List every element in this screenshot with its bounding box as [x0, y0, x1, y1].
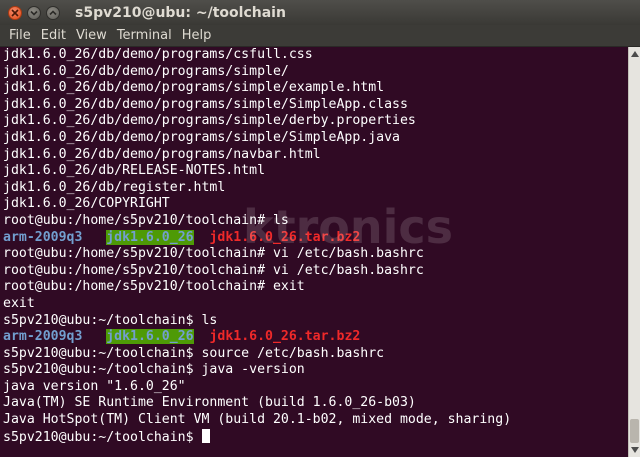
terminal-output[interactable]: jdk1.6.0_26/db/demo/programs/csfull.css … — [0, 47, 628, 457]
terminal-line: jdk1.6.0_26/db/demo/programs/csfull.css — [3, 47, 313, 62]
terminal-line: Java(TM) SE Runtime Environment (build 1… — [3, 395, 416, 411]
terminal-line: jdk1.6.0_26/db/demo/programs/simple/ — [3, 63, 289, 79]
menu-view[interactable]: View — [71, 28, 112, 43]
menu-file[interactable]: File — [4, 28, 36, 43]
menu-terminal[interactable]: Terminal — [112, 28, 177, 43]
ls-entry-archive: jdk1.6.0_26.tar.bz2 — [209, 329, 361, 345]
ls-entry-dir: arm-2009q3 — [3, 229, 83, 245]
minimize-icon — [30, 10, 38, 16]
arrow-up-icon — [631, 51, 639, 57]
terminal-line: s5pv210@ubu:~/toolchain$ ls — [3, 312, 218, 328]
terminal-line: jdk1.6.0_26/db/demo/programs/simple/Simp… — [3, 96, 408, 112]
terminal-line: jdk1.6.0_26/db/demo/programs/simple/Simp… — [3, 129, 400, 145]
terminal-line: root@ubu:/home/s5pv210/toolchain# ls — [3, 212, 289, 228]
menu-edit[interactable]: Edit — [36, 28, 71, 43]
minimize-button[interactable] — [27, 5, 41, 20]
ls-output-line: arm-2009q3 jdk1.6.0_26 jdk1.6.0_26.tar.b… — [3, 229, 628, 247]
ls-entry-dir-highlighted: jdk1.6.0_26 — [106, 329, 194, 345]
terminal-line: jdk1.6.0_26/db/RELEASE-NOTES.html — [3, 163, 266, 179]
terminal-line: root@ubu:/home/s5pv210/toolchain# exit — [3, 279, 305, 295]
terminal-line: jdk1.6.0_26/db/demo/programs/navbar.html — [3, 146, 321, 162]
terminal-line: exit — [3, 295, 35, 311]
text-cursor — [201, 428, 210, 443]
terminal-line: Java HotSpot(TM) Client VM (build 20.1-b… — [3, 412, 512, 428]
title-bar[interactable]: s5pv210@ubu: ~/toolchain — [0, 0, 640, 25]
scroll-down-button[interactable] — [630, 445, 640, 455]
terminal-line: root@ubu:/home/s5pv210/toolchain# vi /et… — [3, 262, 424, 278]
ls-entry-dir-highlighted: jdk1.6.0_26 — [106, 229, 194, 245]
window-title: s5pv210@ubu: ~/toolchain — [75, 4, 286, 21]
shell-prompt: s5pv210@ubu:~/toolchain$ — [3, 429, 202, 445]
terminal-line: s5pv210@ubu:~/toolchain$ source /etc/bas… — [3, 345, 385, 361]
prompt-line[interactable]: s5pv210@ubu:~/toolchain$ — [3, 428, 628, 446]
terminal-line: jdk1.6.0_26/COPYRIGHT — [3, 196, 170, 212]
maximize-icon — [49, 9, 57, 15]
terminal-line: jdk1.6.0_26/db/demo/programs/simple/derb… — [3, 113, 416, 129]
menu-bar: File Edit View Terminal Help — [0, 25, 640, 47]
scroll-thumb[interactable] — [630, 419, 639, 443]
ls-entry-archive: jdk1.6.0_26.tar.bz2 — [209, 229, 361, 245]
maximize-button[interactable] — [46, 5, 60, 20]
ls-output-line: arm-2009q3 jdk1.6.0_26 jdk1.6.0_26.tar.b… — [3, 329, 628, 346]
scroll-up-button[interactable] — [630, 49, 640, 59]
terminal-line: jdk1.6.0_26/db/register.html — [3, 179, 226, 195]
menu-help[interactable]: Help — [177, 28, 217, 43]
arrow-down-icon — [631, 447, 639, 453]
terminal-line: jdk1.6.0_26/db/demo/programs/simple/exam… — [3, 80, 385, 96]
vertical-scrollbar[interactable] — [628, 47, 640, 457]
terminal-line: java version "1.6.0_26" — [3, 378, 186, 394]
ls-entry-dir: arm-2009q3 — [3, 329, 83, 345]
close-icon — [11, 8, 19, 17]
terminal-line: root@ubu:/home/s5pv210/toolchain# vi /et… — [3, 246, 424, 262]
close-button[interactable] — [8, 5, 22, 20]
terminal-line: s5pv210@ubu:~/toolchain$ java -version — [3, 362, 305, 378]
terminal-window: s5pv210@ubu: ~/toolchain File Edit View … — [0, 0, 640, 457]
